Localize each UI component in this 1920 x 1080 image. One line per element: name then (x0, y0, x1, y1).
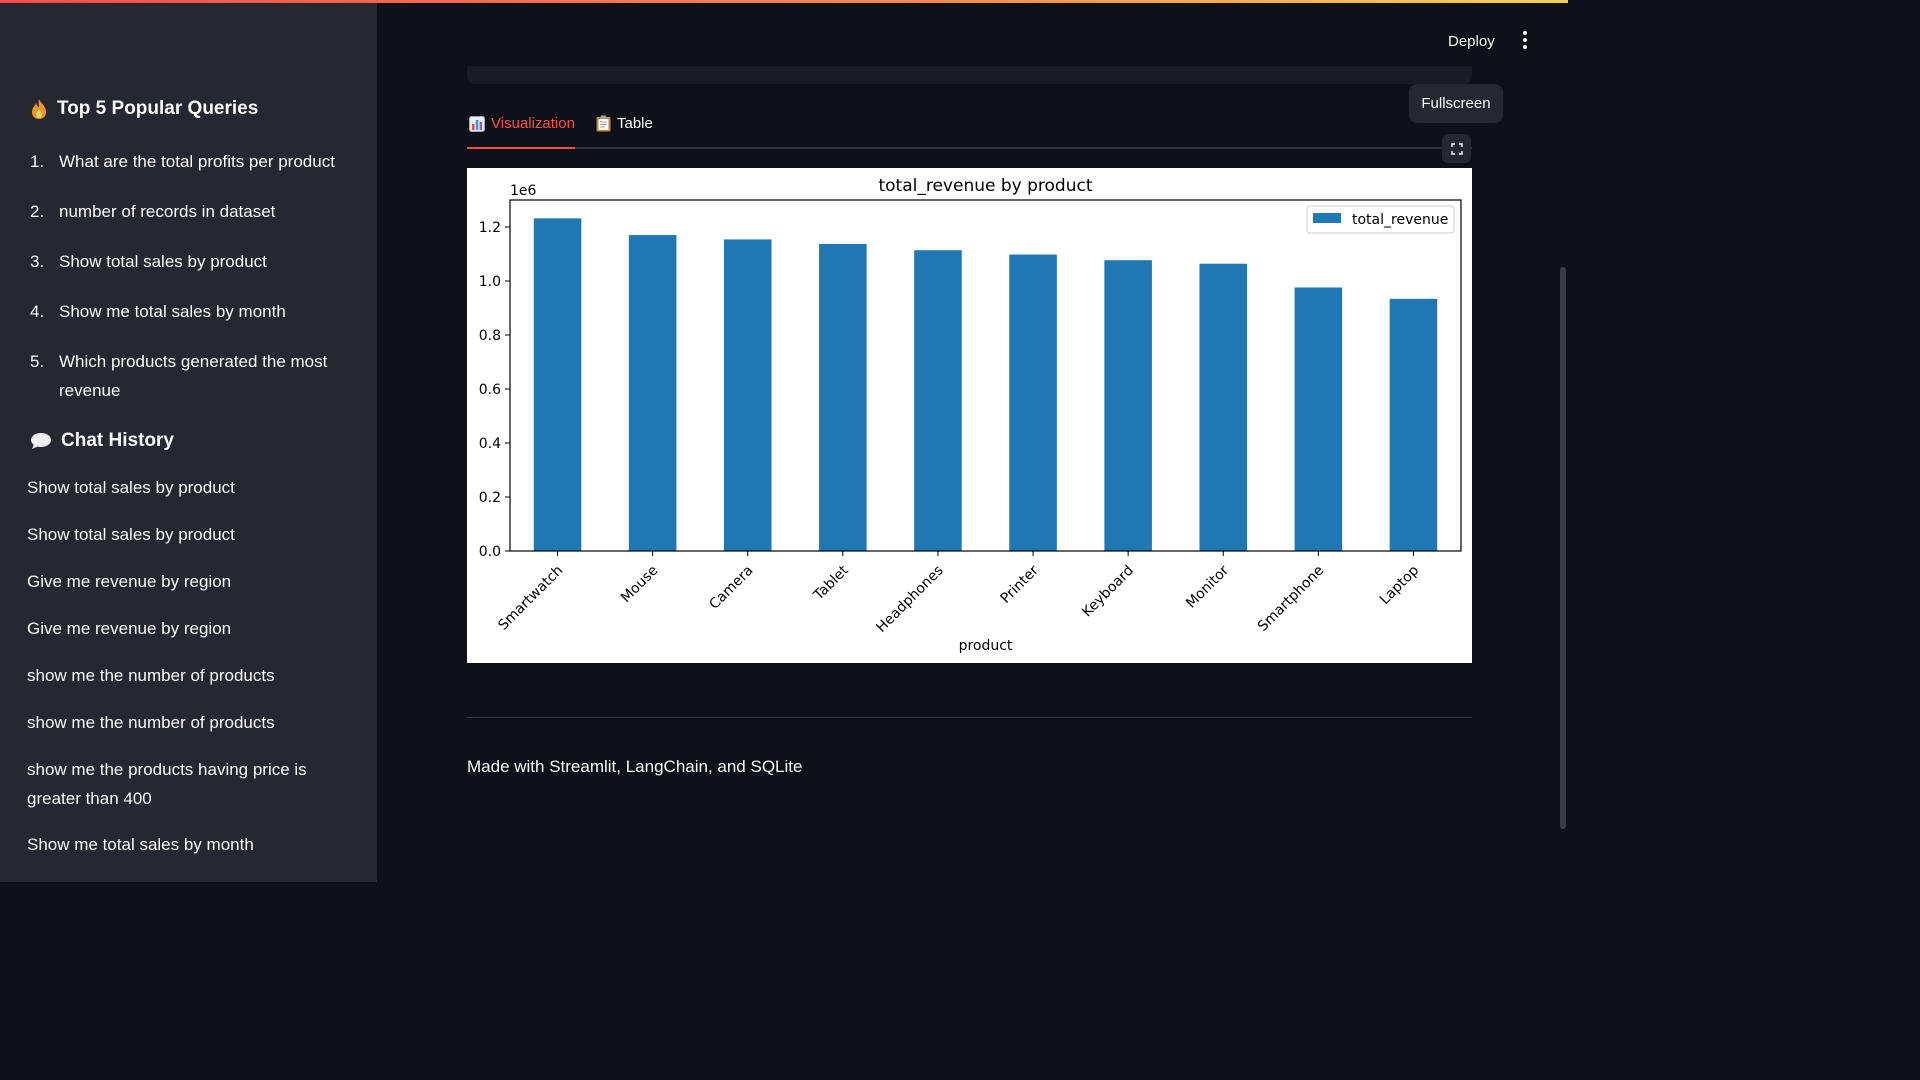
popular-query-text: Show me total sales by month (59, 302, 286, 321)
y-tick-label: 0.0 (479, 544, 501, 560)
list-number: 2. (30, 202, 45, 221)
sidebar: Top 5 Popular Queries 1. What are the to… (0, 0, 377, 882)
y-tick-label: 0.2 (479, 490, 501, 506)
chat-history-item[interactable]: Give me revenue by region (27, 567, 347, 596)
list-number: 3. (30, 252, 45, 271)
popular-query-text: What are the total profits per product (59, 152, 335, 171)
y-tick-label: 0.8 (479, 328, 501, 344)
tab-divider (467, 147, 1472, 149)
flame-icon (32, 99, 46, 119)
chat-history-item[interactable]: Give me revenue by region (27, 614, 347, 643)
x-tick-label: Camera (706, 563, 756, 613)
popular-query-text: number of records in dataset (59, 202, 276, 221)
popular-queries-heading: Top 5 Popular Queries (30, 98, 258, 120)
chat-history-item[interactable]: Show total sales by product (27, 473, 347, 502)
active-tab-indicator (467, 147, 575, 149)
tab-visualization-label: Visualization (491, 115, 575, 132)
popular-query-text: Show total sales by product (59, 252, 267, 271)
tab-table[interactable]: Table (596, 115, 653, 132)
deploy-button[interactable]: Deploy (1438, 27, 1505, 55)
footer-credits: Made with Streamlit, LangChain, and SQLi… (467, 757, 803, 776)
speech-bubble-icon (31, 433, 51, 449)
x-tick-label: Smartphone (1255, 563, 1327, 635)
bar (533, 218, 582, 552)
bar (819, 244, 867, 551)
bar (1104, 260, 1152, 551)
popular-query-item[interactable]: 3. Show total sales by product (30, 247, 350, 276)
legend-swatch (1313, 213, 1341, 223)
popular-queries-list: 1. What are the total profits per produc… (30, 147, 350, 426)
x-tick-label: Laptop (1377, 562, 1422, 607)
top-decoration-stripe (0, 0, 1568, 3)
list-number: 1. (30, 152, 45, 171)
bar (914, 250, 962, 551)
popular-query-text: Which products generated the most revenu… (59, 352, 328, 400)
x-tick-label: Printer (998, 562, 1042, 606)
tab-table-label: Table (617, 115, 653, 132)
result-tabs: Visualization Table (467, 107, 1472, 150)
chat-history-list: Show total sales by product Show total s… (27, 473, 347, 877)
popular-query-item[interactable]: 2. number of records in dataset (30, 197, 350, 226)
x-axis-label: product (959, 638, 1013, 654)
main-scrollbar[interactable] (1560, 267, 1566, 829)
footer-divider (467, 717, 1472, 718)
y-tick-label: 0.4 (479, 436, 501, 452)
bar (628, 235, 677, 551)
y-tick-label: 0.6 (479, 382, 501, 398)
y-tick-label: 1.0 (479, 274, 501, 290)
x-tick-label: Keyboard (1079, 563, 1137, 621)
x-tick-label: Smartwatch (495, 563, 566, 634)
popular-query-item[interactable]: 4. Show me total sales by month (30, 297, 350, 326)
y-tick-label: 1.2 (479, 220, 501, 236)
chat-history-item[interactable]: show me the number of products (27, 708, 347, 737)
bar (1389, 298, 1438, 551)
popular-query-item[interactable]: 1. What are the total profits per produc… (30, 147, 350, 176)
bar (723, 239, 772, 552)
x-tick-label: Mouse (618, 563, 661, 606)
more-options-icon[interactable] (1515, 28, 1535, 52)
bar-chart-icon (469, 115, 485, 132)
revenue-chart: total_revenue by product 1e6 0.0 0.2 0.4 0.6 0… (467, 168, 1472, 663)
clipboard-icon (596, 115, 611, 132)
bar (1009, 254, 1057, 551)
chat-history-item[interactable]: show me the products having price is gre… (27, 755, 347, 813)
chart-canvas: total_revenue by product 1e6 0.0 0.2 0.4 0.6 0… (479, 176, 1462, 654)
popular-query-item[interactable]: 5. Which products generated the most rev… (30, 347, 350, 405)
chat-history-item[interactable]: Show total sales by product (27, 520, 347, 549)
chat-history-item[interactable]: Show me total sales by month (27, 830, 347, 859)
previous-content-block (467, 66, 1472, 84)
chart-title: total_revenue by product (878, 176, 1092, 196)
chat-history-heading: Chat History (30, 430, 174, 452)
popular-queries-title: Top 5 Popular Queries (57, 98, 259, 119)
chat-history-title: Chat History (61, 430, 174, 451)
fullscreen-button[interactable] (1442, 134, 1471, 163)
axis-offset-label: 1e6 (510, 183, 537, 199)
x-tick-label: Tablet (810, 562, 852, 604)
x-tick-label: Monitor (1183, 562, 1232, 611)
list-number: 5. (30, 352, 45, 371)
legend-label: total_revenue (1352, 212, 1448, 228)
list-number: 4. (30, 302, 45, 321)
expand-icon (1450, 142, 1463, 155)
bar (1294, 287, 1343, 551)
x-tick-label: Headphones (873, 563, 946, 636)
chat-history-item[interactable]: show me the number of products (27, 661, 347, 690)
bar (1199, 263, 1248, 551)
tab-visualization[interactable]: Visualization (469, 115, 575, 132)
